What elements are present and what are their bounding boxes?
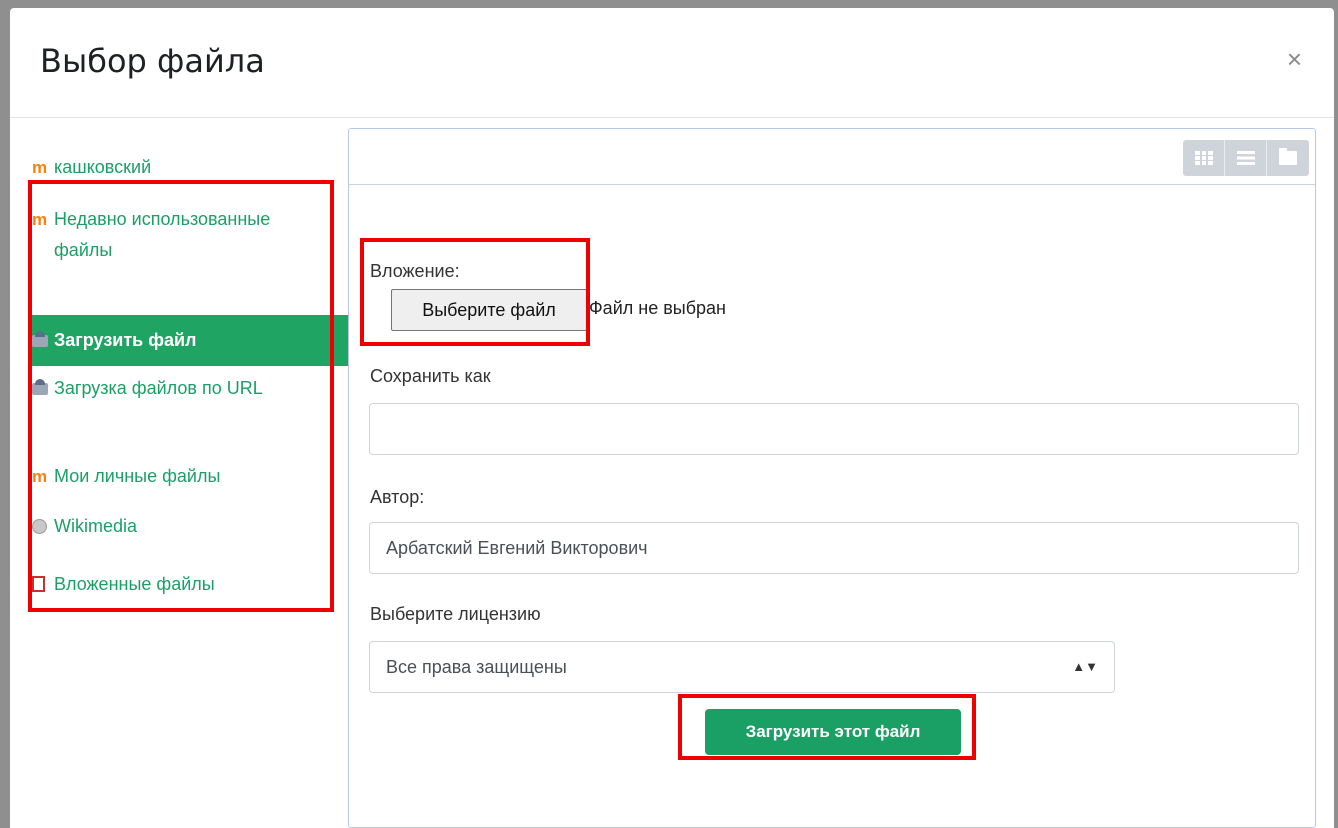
sidebar-item-kashkovsky[interactable]: m кашковский (30, 152, 338, 183)
dialog-title: Выбор файла (40, 42, 265, 80)
attachment-label: Вложение: (370, 261, 460, 281)
author-field[interactable]: Арбатский Евгений Викторович (369, 522, 1299, 574)
folder-view-button[interactable] (1267, 140, 1309, 176)
view-switcher (1183, 140, 1309, 176)
save-as-label: Сохранить как (370, 366, 491, 386)
upload-icon (32, 331, 48, 347)
list-view-button[interactable] (1225, 140, 1267, 176)
file-picker-dialog: Выбор файла × m кашковский m Недавно испол… (10, 8, 1334, 828)
sidebar-item-label: Загрузка файлов по URL (54, 378, 263, 398)
view-toolbar (349, 129, 1315, 185)
moodle-icon: m (32, 210, 47, 229)
wikimedia-icon (32, 519, 47, 534)
dialog-header: Выбор файла × (10, 8, 1334, 118)
attachment-icon (32, 576, 45, 592)
sidebar-item-upload-file[interactable]: Загрузить файл (30, 315, 348, 366)
sidebar-item-recent-files[interactable]: m Недавно использованные файлы (30, 204, 338, 266)
sidebar-item-label: Мои личные файлы (54, 466, 221, 486)
grid-view-icon (1194, 151, 1213, 165)
moodle-icon: m (32, 158, 47, 177)
grid-view-button[interactable] (1183, 140, 1225, 176)
select-arrows-icon: ▲▼ (1072, 659, 1098, 674)
sidebar-item-attached-files[interactable]: Вложенные файлы (30, 569, 338, 600)
url-download-icon (32, 379, 48, 395)
author-label: Автор: (370, 487, 425, 507)
close-icon[interactable]: × (1287, 46, 1302, 72)
upload-panel: Вложение: Выберите файл Файл не выбран С… (348, 128, 1316, 828)
sidebar-item-label: Загрузить файл (54, 330, 197, 350)
choose-file-button[interactable]: Выберите файл (391, 289, 587, 331)
license-select-value: Все права защищены (386, 657, 567, 677)
list-view-icon (1236, 151, 1255, 165)
sidebar-item-label: Wikimedia (54, 516, 138, 536)
license-select[interactable]: Все права защищены ▲▼ (369, 641, 1115, 693)
save-as-field[interactable] (369, 403, 1299, 455)
moodle-icon: m (32, 467, 47, 486)
sidebar-item-label: кашковский (54, 157, 152, 177)
repository-sidebar: m кашковский m Недавно использованные файл… (10, 118, 350, 828)
file-status-text: Файл не выбран (589, 298, 726, 318)
upload-this-file-button[interactable]: Загрузить этот файл (705, 709, 961, 755)
sidebar-item-private-files[interactable]: m Мои личные файлы (30, 461, 338, 492)
sidebar-item-url-download[interactable]: Загрузка файлов по URL (30, 373, 338, 404)
license-label: Выберите лицензию (370, 604, 541, 624)
folder-view-icon (1279, 148, 1297, 165)
sidebar-item-wikimedia[interactable]: Wikimedia (30, 511, 338, 542)
sidebar-item-label: Вложенные файлы (54, 574, 215, 594)
sidebar-item-label: Недавно использованные файлы (54, 209, 271, 260)
